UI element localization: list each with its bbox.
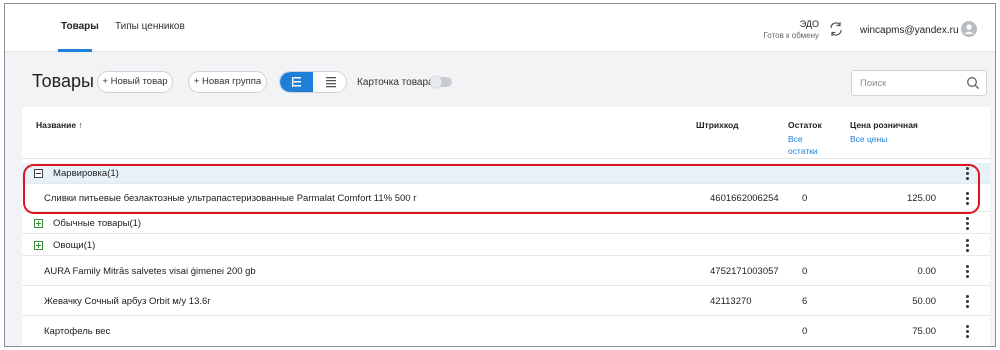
group-label: Обычные товары(1) [53, 218, 142, 229]
user-avatar-icon[interactable] [961, 21, 977, 37]
column-name-header[interactable]: Название ↑ [36, 120, 83, 130]
row-menu-icon[interactable] [966, 325, 970, 338]
product-stock: 6 [802, 296, 808, 307]
product-stock: 0 [802, 266, 808, 277]
user-email[interactable]: wincapms@yandex.ru [860, 25, 959, 36]
new-product-button[interactable]: + Новый товар [97, 71, 173, 93]
new-group-button[interactable]: + Новая группа [188, 71, 267, 93]
product-card-toggle[interactable] [430, 76, 452, 88]
search-box [851, 70, 987, 96]
product-name: Жевачку Сочный арбуз Orbit м/у 13.6г [44, 296, 211, 307]
product-name: Картофель вес [44, 326, 111, 337]
product-price: 0.00 [917, 266, 937, 277]
page-title: Товары [32, 71, 94, 91]
product-stock: 0 [802, 193, 808, 204]
all-stock-link[interactable]: Все остатки [788, 133, 822, 157]
sync-icon[interactable] [828, 21, 844, 37]
row-menu-icon[interactable] [966, 167, 970, 180]
column-stock-header: Остаток [788, 120, 822, 130]
tab-price-tag-types[interactable]: Типы ценников [115, 21, 185, 32]
edo-status-text: Готов к обмену [763, 31, 819, 40]
expand-icon[interactable] [34, 241, 43, 250]
group-row[interactable]: Овощи(1) [22, 234, 990, 256]
column-barcode-header: Штрихкод [696, 120, 739, 130]
group-row[interactable]: Марвировка(1) [22, 163, 990, 184]
product-price: 75.00 [912, 326, 936, 337]
row-menu-icon[interactable] [966, 192, 970, 205]
product-barcode: 42113270 [710, 296, 752, 307]
search-input[interactable] [860, 76, 960, 90]
view-mode-toggle [279, 71, 347, 93]
row-menu-icon[interactable] [966, 217, 970, 230]
edo-title: ЭДО [799, 19, 819, 29]
top-nav: Товары Типы ценников ЭДО Готов к обмену … [5, 4, 995, 52]
table-row[interactable]: Сливки питьевые безлактозные ультрапасте… [22, 184, 990, 212]
product-barcode: 4601662006254 [710, 193, 779, 204]
row-menu-icon[interactable] [966, 239, 970, 252]
table-row[interactable]: Жевачку Сочный арбуз Orbit м/у 13.6г 421… [22, 286, 990, 316]
table-row[interactable]: AURA Family Mitrās salvetes visai ģimene… [22, 256, 990, 286]
list-view-icon [326, 77, 336, 88]
all-prices-link[interactable]: Все цены [850, 133, 887, 145]
tab-products[interactable]: Товары [61, 21, 99, 32]
tree-view-icon [292, 77, 301, 87]
app-window: Товары Типы ценников ЭДО Готов к обмену … [4, 3, 996, 347]
tree-view-button[interactable] [280, 72, 313, 92]
search-icon[interactable] [966, 76, 980, 90]
product-price: 50.00 [912, 296, 936, 307]
column-price-header: Цена розничная [850, 120, 918, 130]
row-menu-icon[interactable] [966, 265, 970, 278]
group-label: Марвировка(1) [53, 168, 119, 179]
product-barcode: 4752171003057 [710, 266, 779, 277]
table-row[interactable]: Картофель вес 0 75.00 [22, 316, 990, 346]
product-name: Сливки питьевые безлактозные ультрапасте… [44, 193, 417, 204]
group-label: Овощи(1) [53, 240, 96, 251]
product-stock: 0 [802, 326, 808, 337]
group-row[interactable]: Обычные товары(1) [22, 212, 990, 234]
list-view-button[interactable] [314, 72, 346, 92]
product-card-label: Карточка товара [357, 77, 434, 88]
table-header: Название ↑ Штрихкод Остаток Все остатки … [22, 107, 990, 159]
products-table: Название ↑ Штрихкод Остаток Все остатки … [22, 107, 990, 346]
row-menu-icon[interactable] [966, 295, 970, 308]
collapse-icon[interactable] [34, 169, 43, 178]
expand-icon[interactable] [34, 219, 43, 228]
edo-status: ЭДО Готов к обмену [763, 18, 819, 42]
product-price: 125.00 [906, 193, 936, 204]
product-name: AURA Family Mitrās salvetes visai ģimene… [44, 266, 256, 277]
active-tab-indicator [58, 49, 92, 52]
